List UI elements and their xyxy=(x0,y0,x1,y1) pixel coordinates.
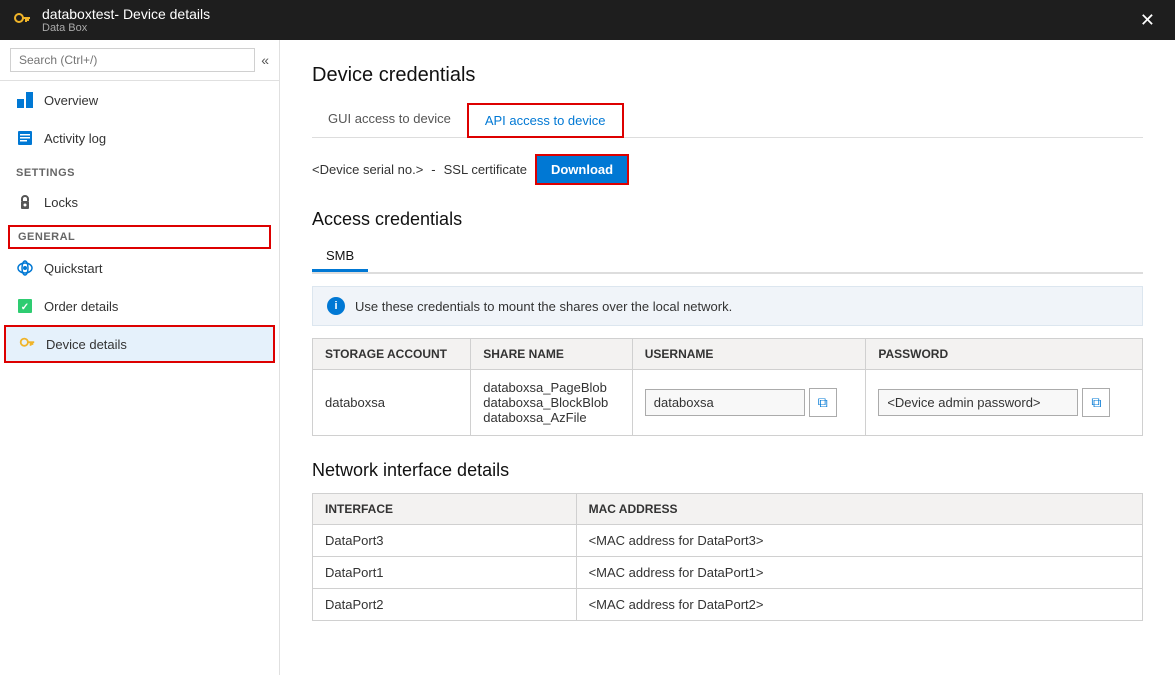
cell-mac-3: <MAC address for DataPort2> xyxy=(576,589,1142,621)
collapse-button[interactable]: « xyxy=(261,52,269,68)
credentials-table: STORAGE ACCOUNT SHARE NAME USERNAME PASS… xyxy=(312,338,1143,436)
sidebar-item-label-order-details: Order details xyxy=(44,299,118,314)
settings-section-label: SETTINGS xyxy=(0,157,279,183)
network-header-row: INTERFACE MAC ADDRESS xyxy=(313,494,1143,525)
col-storage-account: STORAGE ACCOUNT xyxy=(313,339,471,370)
lock-icon xyxy=(16,193,34,211)
cell-interface-1: DataPort3 xyxy=(313,525,577,557)
general-section-label: GENERAL xyxy=(8,225,271,249)
title-text-group: databoxtest- Device details Data Box xyxy=(42,6,210,34)
svg-text:✓: ✓ xyxy=(21,302,29,313)
key-icon xyxy=(12,10,32,30)
copy-username-button[interactable]: ⧉ xyxy=(809,388,837,417)
info-icon: i xyxy=(327,297,345,315)
sidebar-item-order-details[interactable]: ✓ Order details xyxy=(0,287,279,325)
page-title: Device credentials xyxy=(312,64,1143,87)
col-password: PASSWORD xyxy=(866,339,1143,370)
sidebar-item-label-quickstart: Quickstart xyxy=(44,261,103,276)
sidebar-item-device-details[interactable]: Device details xyxy=(4,325,275,363)
sidebar-item-label-device-details: Device details xyxy=(46,337,127,352)
col-username: USERNAME xyxy=(632,339,866,370)
table-row: DataPort3 <MAC address for DataPort3> xyxy=(313,525,1143,557)
sidebar-item-label-activity-log: Activity log xyxy=(44,131,106,146)
ssl-cert-label: SSL certificate xyxy=(444,162,527,177)
table-row: DataPort1 <MAC address for DataPort1> xyxy=(313,557,1143,589)
cert-row: <Device serial no.> - SSL certificate Do… xyxy=(312,154,1143,185)
network-details-title: Network interface details xyxy=(312,460,1143,481)
search-bar: « xyxy=(0,40,279,81)
title-bar: databoxtest- Device details Data Box ✕ xyxy=(0,0,1175,40)
cell-mac-1: <MAC address for DataPort3> xyxy=(576,525,1142,557)
download-button[interactable]: Download xyxy=(535,154,629,185)
info-banner-text: Use these credentials to mount the share… xyxy=(355,299,732,314)
order-details-icon: ✓ xyxy=(16,297,34,315)
copy-password-button[interactable]: ⧉ xyxy=(1082,388,1110,417)
device-details-icon xyxy=(18,335,36,353)
quickstart-icon xyxy=(16,259,34,277)
cell-password: ⧉ xyxy=(866,370,1143,436)
cell-mac-2: <MAC address for DataPort1> xyxy=(576,557,1142,589)
tab-api-access[interactable]: API access to device xyxy=(467,103,624,138)
info-banner: i Use these credentials to mount the sha… xyxy=(312,286,1143,326)
sidebar-item-quickstart[interactable]: Quickstart xyxy=(0,249,279,287)
username-input[interactable] xyxy=(645,389,805,416)
password-input[interactable] xyxy=(878,389,1078,416)
cell-username: ⧉ xyxy=(632,370,866,436)
username-copy-field: ⧉ xyxy=(645,388,854,417)
smb-tab[interactable]: SMB xyxy=(312,242,368,272)
cell-interface-3: DataPort2 xyxy=(313,589,577,621)
tab-bar: GUI access to device API access to devic… xyxy=(312,103,1143,138)
col-share-name: SHARE NAME xyxy=(471,339,633,370)
activity-log-icon xyxy=(16,129,34,147)
main-content: Device credentials GUI access to device … xyxy=(280,40,1175,675)
sidebar-item-activity-log[interactable]: Activity log xyxy=(0,119,279,157)
access-credentials-title: Access credentials xyxy=(312,209,1143,230)
search-input[interactable] xyxy=(10,48,255,72)
col-interface: INTERFACE xyxy=(313,494,577,525)
sidebar-item-overview[interactable]: Overview xyxy=(0,81,279,119)
overview-icon xyxy=(16,91,34,109)
window-subtitle: Data Box xyxy=(42,22,210,34)
share-name-1: databoxsa_PageBlob xyxy=(483,380,620,395)
share-name-2: databoxsa_BlockBlob xyxy=(483,395,620,410)
share-name-3: databoxsa_AzFile xyxy=(483,410,620,425)
cell-storage-account: databoxsa xyxy=(313,370,471,436)
password-copy-field: ⧉ xyxy=(878,388,1130,417)
device-serial-label: <Device serial no.> xyxy=(312,162,423,177)
table-header-row: STORAGE ACCOUNT SHARE NAME USERNAME PASS… xyxy=(313,339,1143,370)
window-title: databoxtest- Device details xyxy=(42,6,210,22)
sidebar-item-locks[interactable]: Locks xyxy=(0,183,279,221)
network-table: INTERFACE MAC ADDRESS DataPort3 <MAC add… xyxy=(312,493,1143,621)
title-bar-left: databoxtest- Device details Data Box xyxy=(12,6,210,34)
smb-tab-bar: SMB xyxy=(312,242,1143,274)
close-button[interactable]: ✕ xyxy=(1132,6,1163,35)
table-row: DataPort2 <MAC address for DataPort2> xyxy=(313,589,1143,621)
cell-interface-2: DataPort1 xyxy=(313,557,577,589)
app-body: « Overview Activity log SETTINGS xyxy=(0,40,1175,675)
sidebar-item-label-locks: Locks xyxy=(44,195,78,210)
table-row: databoxsa databoxsa_PageBlob databoxsa_B… xyxy=(313,370,1143,436)
sidebar-item-label-overview: Overview xyxy=(44,93,98,108)
col-mac-address: MAC ADDRESS xyxy=(576,494,1142,525)
tab-gui-access[interactable]: GUI access to device xyxy=(312,103,467,137)
sidebar: « Overview Activity log SETTINGS xyxy=(0,40,280,675)
cell-share-names: databoxsa_PageBlob databoxsa_BlockBlob d… xyxy=(471,370,633,436)
cert-separator: - xyxy=(431,162,435,177)
